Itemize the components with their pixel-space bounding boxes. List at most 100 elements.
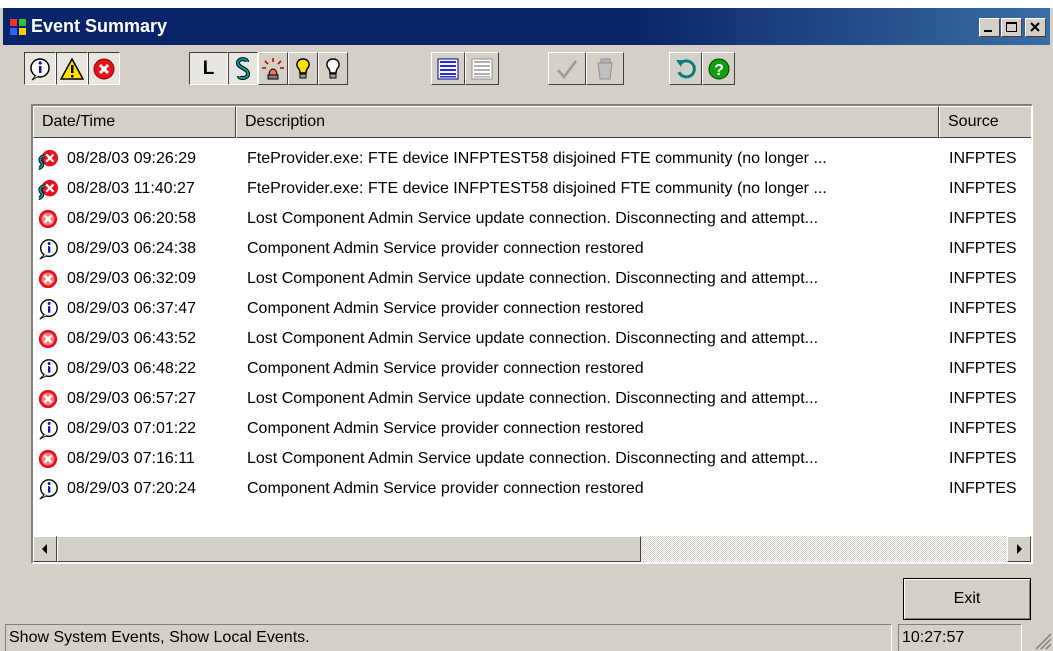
cell-source: INFPTES <box>949 450 1017 467</box>
utility-group: ? <box>669 52 735 85</box>
refresh-icon <box>675 58 696 78</box>
resize-grip-icon[interactable] <box>1030 628 1052 650</box>
cell-source: INFPTES <box>949 480 1017 497</box>
error-icon <box>38 209 58 229</box>
column-header-description[interactable]: Description <box>236 106 939 138</box>
table-row[interactable]: 08/29/03 07:01:22 Component Admin Service… <box>33 414 1031 444</box>
show-info-button[interactable] <box>24 52 56 85</box>
table-row[interactable]: 08/29/03 06:43:52 Lost Component Admin Se… <box>33 324 1031 354</box>
cell-datetime: 08/29/03 07:16:11 <box>67 450 195 467</box>
cell-datetime: 08/29/03 06:37:47 <box>67 300 197 317</box>
select-none-button[interactable] <box>465 52 499 85</box>
show-alarms-button[interactable] <box>258 52 288 85</box>
table-row[interactable]: 08/29/03 06:37:47 Component Admin Service… <box>33 294 1031 324</box>
cell-description: Component Admin Service provider connect… <box>247 240 644 257</box>
column-header-source[interactable]: Source <box>939 106 1031 138</box>
lightbulb-off-icon <box>326 57 340 78</box>
select-all-button[interactable] <box>431 52 465 85</box>
maximize-button[interactable] <box>1001 18 1022 37</box>
table-row[interactable]: 08/29/03 06:48:22 Component Admin Service… <box>33 354 1031 384</box>
table-row[interactable]: 08/29/03 06:32:09 Lost Component Admin Se… <box>33 264 1031 294</box>
title-bar[interactable]: Event Summary <box>3 8 1050 45</box>
info-icon <box>30 57 50 80</box>
info-icon <box>39 299 58 320</box>
cell-description: Component Admin Service provider connect… <box>247 480 644 497</box>
cell-description: Component Admin Service provider connect… <box>247 300 644 317</box>
show-lit-bulb-button[interactable] <box>288 52 318 85</box>
table-row[interactable]: 08/29/03 07:16:11 Lost Component Admin Se… <box>33 444 1031 474</box>
exit-button[interactable]: Exit <box>903 578 1031 620</box>
cell-description: FteProvider.exe: FTE device INFPTEST58 d… <box>247 180 827 197</box>
cell-source: INFPTES <box>949 420 1017 437</box>
cell-description: Lost Component Admin Service update conn… <box>247 390 819 407</box>
show-local-events-button[interactable]: L <box>189 52 228 85</box>
info-icon <box>39 239 58 260</box>
trash-can-icon <box>597 58 613 79</box>
cell-description: Component Admin Service provider connect… <box>247 420 644 437</box>
close-button[interactable] <box>1025 18 1046 37</box>
cell-description: Lost Component Admin Service update conn… <box>247 270 819 287</box>
minimize-icon <box>984 30 992 32</box>
show-errors-button[interactable] <box>88 52 120 85</box>
arrow-right-icon <box>1017 544 1022 554</box>
error-icon <box>38 389 58 409</box>
scroll-right-button[interactable] <box>1007 536 1031 562</box>
window-title: Event Summary <box>31 16 168 36</box>
status-message: Show System Events, Show Local Events. <box>5 624 892 651</box>
cell-datetime: 08/29/03 06:32:09 <box>67 270 197 287</box>
table-row[interactable]: 08/29/03 07:20:24 Component Admin Service… <box>33 474 1031 504</box>
severity-filter-group <box>24 52 120 85</box>
delete-button[interactable] <box>586 52 624 85</box>
error-icon <box>93 58 115 79</box>
column-header-datetime[interactable]: Date/Time <box>33 106 236 138</box>
cell-source: INFPTES <box>949 330 1017 347</box>
error-icon <box>38 269 58 289</box>
acknowledge-button[interactable] <box>548 52 586 85</box>
minimize-button[interactable] <box>979 18 1000 37</box>
event-list[interactable]: Date/Time Description Source 08/28/03 09… <box>31 104 1033 564</box>
select-all-icon <box>437 58 459 79</box>
show-warnings-button[interactable] <box>56 52 88 85</box>
local-label: L <box>202 57 215 79</box>
cell-source: INFPTES <box>949 150 1017 167</box>
help-button[interactable]: ? <box>702 52 735 85</box>
top-strip <box>0 0 1053 8</box>
selection-group <box>431 52 499 85</box>
cell-source: INFPTES <box>949 360 1017 377</box>
cell-datetime: 08/28/03 09:26:29 <box>67 150 197 167</box>
alarm-light-icon <box>262 57 284 79</box>
cell-source: INFPTES <box>949 180 1017 197</box>
cell-datetime: 08/29/03 06:43:52 <box>67 330 197 347</box>
cell-datetime: 08/29/03 06:24:38 <box>67 240 197 257</box>
cell-source: INFPTES <box>949 210 1017 227</box>
cell-description: Lost Component Admin Service update conn… <box>247 330 819 347</box>
table-row[interactable]: 08/29/03 06:57:27 Lost Component Admin Se… <box>33 384 1031 414</box>
close-icon <box>1030 22 1040 32</box>
scroll-thumb[interactable] <box>57 536 641 562</box>
scroll-left-button[interactable] <box>33 536 57 562</box>
select-none-icon <box>471 58 493 79</box>
horizontal-scrollbar[interactable] <box>33 536 1031 562</box>
table-row[interactable]: 08/29/03 06:24:38 Component Admin Service… <box>33 234 1031 264</box>
lightbulb-on-icon <box>296 57 310 78</box>
cell-description: FteProvider.exe: FTE device INFPTEST58 d… <box>247 150 827 167</box>
show-unlit-bulb-button[interactable] <box>318 52 348 85</box>
table-row[interactable]: 08/28/03 11:40:27 FteProvider.exe: FTE de… <box>33 174 1031 204</box>
show-system-events-button[interactable] <box>228 52 258 85</box>
refresh-button[interactable] <box>669 52 702 85</box>
table-row[interactable]: 08/29/03 06:20:58 Lost Component Admin Se… <box>33 204 1031 234</box>
cell-datetime: 08/29/03 06:20:58 <box>67 210 197 227</box>
checkmark-icon <box>557 59 577 79</box>
cell-datetime: 08/29/03 06:48:22 <box>67 360 197 377</box>
system-link-icon <box>235 56 251 80</box>
system-error-icon <box>38 179 59 200</box>
cell-datetime: 08/28/03 11:40:27 <box>67 180 195 197</box>
status-clock: 10:27:57 <box>898 624 1022 651</box>
help-icon: ? <box>708 58 729 79</box>
arrow-left-icon <box>42 544 47 554</box>
cell-description: Component Admin Service provider connect… <box>247 360 644 377</box>
cell-datetime: 08/29/03 07:01:22 <box>67 420 197 437</box>
error-icon <box>38 329 58 349</box>
svg-text:?: ? <box>714 62 724 79</box>
table-row[interactable]: 08/28/03 09:26:29 FteProvider.exe: FTE de… <box>33 144 1031 174</box>
